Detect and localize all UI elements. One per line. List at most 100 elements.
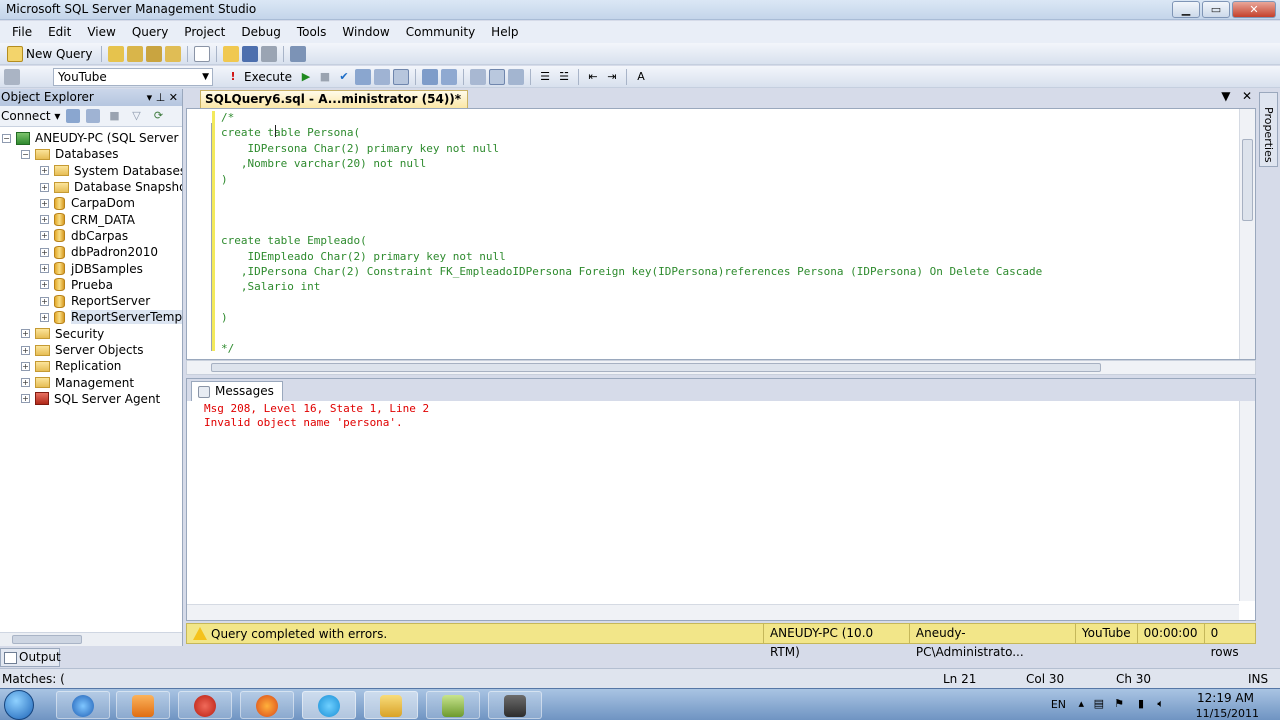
tree-node-database[interactable]: + dbPadron2010 xyxy=(0,244,182,260)
expand-icon[interactable]: + xyxy=(21,378,30,388)
open-folder-icon[interactable] xyxy=(223,45,240,62)
new-query-button[interactable]: New Query xyxy=(4,45,95,62)
properties-side-tab[interactable]: Properties xyxy=(1259,92,1278,167)
taskbar-ie[interactable] xyxy=(56,691,110,719)
collapse-icon[interactable]: − xyxy=(21,149,30,159)
flag-icon[interactable]: ⚑ xyxy=(1114,697,1124,710)
menu-file[interactable]: File xyxy=(4,25,40,39)
database-engine-query-icon[interactable] xyxy=(108,45,125,62)
results-to-grid-icon[interactable] xyxy=(489,68,505,85)
tree-node-databases[interactable]: − Databases xyxy=(0,146,182,162)
taskbar-media-player[interactable] xyxy=(116,691,170,719)
tree-node-database-selected[interactable]: + ReportServerTempDB xyxy=(0,309,182,325)
uncomment-icon[interactable]: ☱ xyxy=(556,69,572,85)
tree-node-sql-server-agent[interactable]: + SQL Server Agent xyxy=(0,391,182,407)
expand-icon[interactable]: + xyxy=(40,247,49,257)
options-icon[interactable] xyxy=(393,68,409,85)
scroll-thumb[interactable] xyxy=(12,635,82,644)
query-designer-icon[interactable] xyxy=(374,68,390,85)
tree-node-database[interactable]: + Prueba xyxy=(0,277,182,293)
output-tab[interactable]: Output xyxy=(0,648,61,667)
taskbar-app[interactable] xyxy=(178,691,232,719)
expand-icon[interactable]: + xyxy=(21,345,30,355)
show-hidden-icons[interactable]: ▴ xyxy=(1078,697,1084,710)
analysis-query-icon[interactable] xyxy=(127,45,144,62)
panel-close-icon[interactable]: ✕ xyxy=(169,91,178,104)
taskbar-camera[interactable] xyxy=(488,691,542,719)
scroll-thumb[interactable] xyxy=(1242,139,1253,221)
tree-node-database[interactable]: + dbCarpas xyxy=(0,228,182,244)
menu-window[interactable]: Window xyxy=(334,25,397,39)
menu-query[interactable]: Query xyxy=(124,25,176,39)
database-selector[interactable]: YouTube ▼ xyxy=(53,67,213,86)
tab-menu-icon[interactable]: ▼ xyxy=(1221,89,1230,103)
speaker-icon[interactable]: 🔈︎ xyxy=(1157,697,1164,711)
query-editor[interactable]: /* create table Persona( IDPersona Char(… xyxy=(186,108,1256,360)
tree-node-database-snapshots[interactable]: + Database Snapshots xyxy=(0,179,182,195)
expand-icon[interactable]: + xyxy=(21,361,30,371)
stop-icon[interactable]: ■ xyxy=(106,108,122,124)
horizontal-scrollbar[interactable] xyxy=(0,632,182,646)
results-to-text-icon[interactable] xyxy=(470,68,486,85)
clock-date[interactable]: 11/15/2011 xyxy=(1196,707,1259,720)
execute-button[interactable]: ! Execute xyxy=(222,69,295,85)
expand-icon[interactable]: + xyxy=(40,280,49,290)
scroll-thumb[interactable] xyxy=(211,363,1101,372)
tree-node-database[interactable]: + ReportServer xyxy=(0,293,182,309)
results-horizontal-scrollbar[interactable] xyxy=(187,604,1239,620)
tab-close-icon[interactable]: ✕ xyxy=(1242,89,1252,103)
results-vertical-scrollbar[interactable] xyxy=(1239,401,1255,601)
clock-time[interactable]: 12:19 AM xyxy=(1197,691,1254,705)
expand-icon[interactable]: + xyxy=(40,264,49,274)
stop-icon[interactable]: ■ xyxy=(317,69,333,85)
tree-node-system-databases[interactable]: + System Databases xyxy=(0,163,182,179)
collapse-icon[interactable]: − xyxy=(2,133,11,143)
menu-tools[interactable]: Tools xyxy=(289,25,335,39)
filter-icon[interactable]: ▽ xyxy=(128,108,144,124)
tree-node-database[interactable]: + CarpaDom xyxy=(0,195,182,211)
expand-icon[interactable]: + xyxy=(21,394,30,404)
debug-play-icon[interactable]: ▶ xyxy=(298,69,314,85)
editor-horizontal-scrollbar[interactable] xyxy=(186,360,1256,375)
connect-dropdown[interactable]: Connect ▾ xyxy=(1,109,60,123)
start-button-icon[interactable] xyxy=(4,690,34,720)
menu-edit[interactable]: Edit xyxy=(40,25,79,39)
include-plan-icon[interactable] xyxy=(422,68,438,85)
xmla-query-icon[interactable] xyxy=(165,45,182,62)
tab-sqlquery6[interactable]: SQLQuery6.sql - A...ministrator (54))* xyxy=(200,90,469,108)
expand-icon[interactable]: + xyxy=(40,231,49,241)
expand-icon[interactable]: + xyxy=(21,329,30,339)
taskbar-app[interactable] xyxy=(426,691,480,719)
pin-icon[interactable]: ⊥ xyxy=(156,91,166,104)
menu-community[interactable]: Community xyxy=(398,25,483,39)
close-button[interactable]: ✕ xyxy=(1232,1,1276,18)
tree-node-management[interactable]: + Management xyxy=(0,374,182,390)
dmx-query-icon[interactable] xyxy=(146,45,163,62)
panel-menu-icon[interactable]: ▾ xyxy=(147,91,153,104)
expand-icon[interactable]: + xyxy=(40,296,49,306)
menu-view[interactable]: View xyxy=(79,25,123,39)
expand-icon[interactable]: + xyxy=(40,166,49,176)
taskbar-ssms[interactable] xyxy=(364,691,418,719)
connect-object-icon[interactable] xyxy=(66,109,81,123)
comment-icon[interactable]: ☰ xyxy=(537,69,553,85)
decrease-indent-icon[interactable]: ⇤ xyxy=(585,69,601,85)
tree-node-security[interactable]: + Security xyxy=(0,326,182,342)
expand-icon[interactable]: + xyxy=(40,215,49,225)
maximize-button[interactable]: ▭ xyxy=(1202,1,1230,18)
tab-messages[interactable]: Messages xyxy=(191,381,283,401)
taskbar-skype[interactable] xyxy=(302,691,356,719)
connect-icon[interactable] xyxy=(4,68,20,85)
expand-icon[interactable]: + xyxy=(40,198,49,208)
sql-code[interactable]: /* create table Persona( IDPersona Char(… xyxy=(221,110,1042,356)
tree-node-database[interactable]: + jDBSamples xyxy=(0,260,182,276)
expand-icon[interactable]: + xyxy=(40,182,49,192)
taskbar-firefox[interactable] xyxy=(240,691,294,719)
estimated-plan-icon[interactable] xyxy=(355,68,371,85)
network-icon[interactable]: ▤ xyxy=(1094,697,1104,710)
disconnect-icon[interactable] xyxy=(86,109,101,123)
specify-values-icon[interactable]: A xyxy=(633,69,649,85)
tree-node-replication[interactable]: + Replication xyxy=(0,358,182,374)
activity-monitor-icon[interactable] xyxy=(290,45,307,62)
increase-indent-icon[interactable]: ⇥ xyxy=(604,69,620,85)
